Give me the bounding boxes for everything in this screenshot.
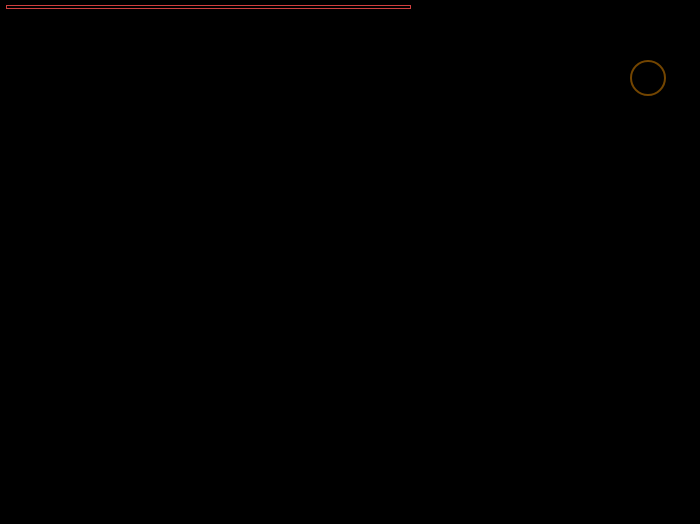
blank-line: [6, 10, 694, 24]
highlighted-log-config[interactable]: [6, 5, 411, 9]
vim-status-bar: [6, 504, 694, 520]
mysqld-safe-header[interactable]: [6, 24, 694, 56]
blank-line: [6, 56, 694, 70]
